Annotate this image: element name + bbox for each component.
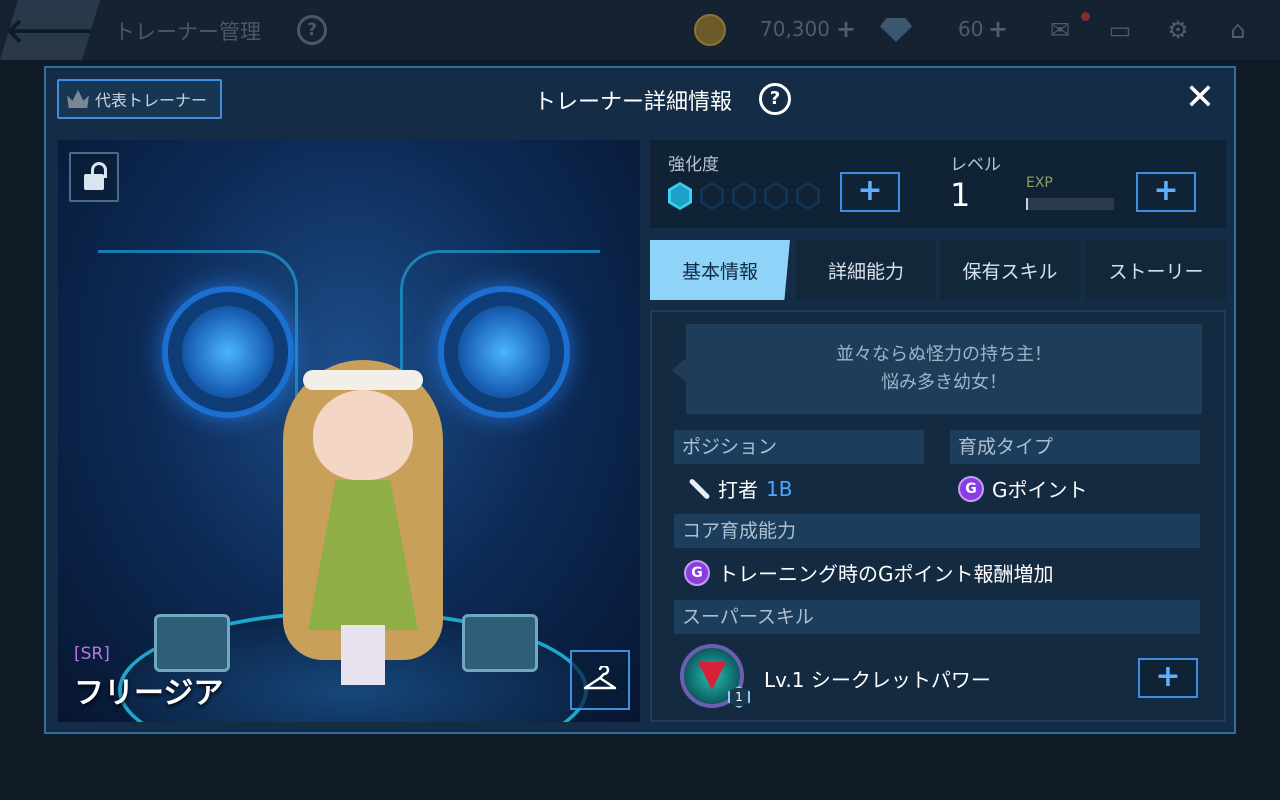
stage-panel <box>154 614 230 672</box>
enhancement-hex-icon <box>700 182 724 210</box>
growth-type-header: 育成タイプ <box>950 430 1200 464</box>
enhance-plus-button[interactable]: + <box>840 172 900 212</box>
character-headband <box>303 370 423 390</box>
tab-skills[interactable]: 保有スキル <box>940 240 1080 300</box>
help-icon[interactable]: ? <box>759 83 791 115</box>
enhancement-hex-icon <box>796 182 820 210</box>
core-ability-value: G トレーニング時のGポイント報酬増加 <box>684 558 1054 587</box>
gem-count: 60 <box>958 17 984 41</box>
home-icon[interactable]: ⌂ <box>1222 14 1254 46</box>
super-skill-value: Lv.1 シークレットパワー <box>764 664 991 693</box>
description-line: 並々ならぬ怪力の持ち主！ <box>836 344 1052 365</box>
add-coins-button[interactable]: + <box>836 15 856 43</box>
position-label: 打者 <box>718 478 758 502</box>
description-bubble: 並々ならぬ怪力の持ち主！ 悩み多き幼女！ <box>672 324 1202 414</box>
character-name: フリージア <box>74 676 224 711</box>
position-value: 打者 1B <box>688 474 792 503</box>
modal-title: トレーナー詳細情報 <box>534 90 733 115</box>
mail-icon[interactable]: ✉ <box>1044 14 1076 46</box>
level-plus-button[interactable]: + <box>1136 172 1196 212</box>
lock-body <box>84 174 104 190</box>
trainer-detail-modal: 代表トレーナー トレーナー詳細情報 ? ✕ [SR] フリージア 強化度 + レ… <box>44 66 1236 734</box>
character-face <box>313 390 413 480</box>
gem-icon <box>880 18 912 42</box>
tab-basic-info[interactable]: 基本情報 <box>650 240 790 300</box>
coin-icon <box>694 14 726 46</box>
page-title: トレーナー管理 <box>114 20 261 44</box>
super-skill-header: スーパースキル <box>674 600 1200 634</box>
chat-icon[interactable]: ▭ <box>1104 14 1136 46</box>
position-detail: 1B <box>766 476 793 501</box>
representative-trainer-label: 代表トレーナー <box>95 91 208 110</box>
back-arrow-icon: 🡐 <box>4 10 96 51</box>
enhancement-label: 強化度 <box>668 155 719 175</box>
g-point-icon: G <box>684 559 710 586</box>
bat-icon <box>688 478 710 500</box>
exp-bar <box>1026 198 1114 210</box>
character-view: [SR] フリージア <box>58 140 640 722</box>
hanger-icon <box>583 666 617 690</box>
notification-dot <box>1081 12 1090 21</box>
representative-trainer-button[interactable]: 代表トレーナー <box>57 79 222 119</box>
gear-icon[interactable]: ⚙ <box>1162 14 1194 46</box>
core-ability-label: トレーニング時のGポイント報酬増加 <box>718 562 1054 586</box>
enhancement-hex-icon <box>732 182 756 210</box>
level-value: 1 <box>950 176 971 214</box>
super-skill-label: Lv.1 シークレットパワー <box>764 668 991 692</box>
back-button[interactable]: 🡐 <box>0 0 100 60</box>
character-model <box>263 330 463 700</box>
top-help-icon[interactable]: ? <box>297 15 327 45</box>
position-header: ポジション <box>674 430 924 464</box>
skill-plus-button[interactable]: + <box>1138 658 1198 698</box>
add-gems-button[interactable]: + <box>988 15 1008 43</box>
level-label: レベル <box>950 155 1001 175</box>
tab-detailed-ability[interactable]: 詳細能力 <box>796 240 936 300</box>
rarity-label: [SR] <box>74 644 110 664</box>
exp-fill <box>1026 198 1028 210</box>
crown-icon <box>67 90 89 108</box>
enhancement-hex-icon <box>668 182 692 210</box>
exp-label: EXP <box>1026 175 1053 191</box>
growth-type-label: Gポイント <box>992 478 1088 502</box>
tab-story[interactable]: ストーリー <box>1086 240 1226 300</box>
core-ability-header: コア育成能力 <box>674 514 1200 548</box>
character-legs <box>341 625 385 685</box>
enhancement-hex-icon <box>764 182 788 210</box>
g-point-icon: G <box>958 475 984 502</box>
lock-button[interactable] <box>69 152 119 202</box>
basic-info-panel: 並々ならぬ怪力の持ち主！ 悩み多き幼女！ ポジション 育成タイプ 打者 1B G… <box>650 310 1226 722</box>
skill-emblem <box>698 662 726 690</box>
coin-count: 70,300 <box>760 17 830 41</box>
growth-type-value: G Gポイント <box>958 474 1088 503</box>
close-button[interactable]: ✕ <box>1182 80 1218 116</box>
secret-power-skill-icon[interactable]: 1 <box>680 644 750 708</box>
stage-panel <box>462 614 538 672</box>
modal-header: 代表トレーナー トレーナー詳細情報 ? ✕ <box>46 68 1234 130</box>
skill-level-badge: 1 <box>728 686 750 708</box>
detail-tabs: 基本情報 詳細能力 保有スキル ストーリー <box>650 240 1226 300</box>
description-line: 悩み多き幼女！ <box>881 372 1007 393</box>
stats-bar: 強化度 + レベル 1 EXP + <box>650 140 1226 228</box>
top-bar: 🡐 トレーナー管理 ? 70,300 + 60 + ✉ ▭ ⚙ ⌂ <box>0 0 1280 60</box>
costume-button[interactable] <box>570 650 630 710</box>
